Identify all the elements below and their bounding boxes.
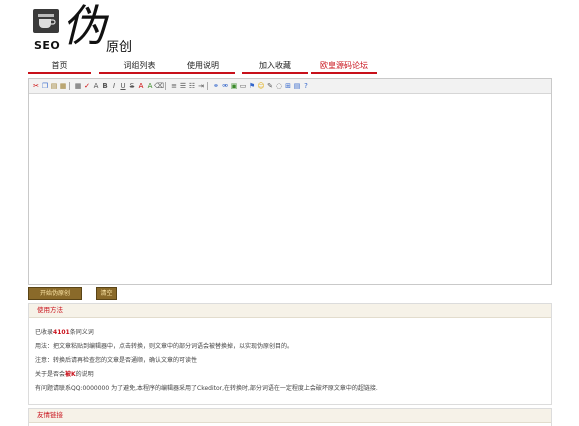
usage-line-k-notice[interactable]: 关于是否会被K的说明 [35, 368, 551, 382]
indent-icon[interactable]: ⇥ [197, 82, 205, 90]
cut-icon[interactable]: ✂ [32, 82, 40, 90]
k-notice-emphasis: 被K [65, 371, 76, 378]
eraser-icon[interactable]: ⌫ [154, 82, 164, 90]
coffee-cup-icon [33, 9, 59, 33]
link-icon[interactable]: ⚭ [212, 82, 220, 90]
synonym-count: 4101 [53, 329, 70, 336]
logo-seo-text: SEO [34, 39, 61, 52]
toolbar-separator [207, 82, 210, 90]
code-icon[interactable]: ▤ [293, 82, 301, 90]
usage-line-contact: 有问题请联系QQ:0000000 为了避免,本程序的编辑器采用了Ckeditor… [35, 385, 378, 392]
main-nav: 首页 词组列表 使用说明 加入收藏 欧皇源码论坛 [28, 60, 550, 74]
usage-line-k-prefix: 关于是否会 [35, 371, 66, 378]
nav-home[interactable]: 首页 [28, 60, 91, 74]
underline-icon[interactable]: U [119, 82, 127, 90]
usage-line-k-suffix: 的说明 [75, 371, 94, 378]
table-icon[interactable]: ▦ [74, 82, 82, 90]
usage-line-count-suffix: 条同义词 [69, 329, 94, 336]
usage-panel-title: 使用方法 [29, 304, 551, 318]
usage-panel: 使用方法 已收录4101条同义词 用法：把文章粘贴到编辑器中，点击转换，则文章中… [28, 303, 552, 405]
smiley-icon[interactable]: ☺ [257, 82, 265, 90]
image-icon[interactable]: ▣ [230, 82, 238, 90]
logo-subtitle: 原创 [106, 40, 133, 55]
nav-usage[interactable]: 使用说明 [171, 60, 235, 74]
editor-content-area[interactable] [29, 94, 551, 284]
usage-line-note: 注意：转换后请再检查您的文章是否通顺，确认文章的可读性 [35, 357, 198, 364]
usage-line-howto: 用法：把文章粘贴到编辑器中，点击转换，则文章中的部分词语会被替换掉，以实现伪原创… [35, 343, 294, 350]
nav-word-list[interactable]: 词组列表 [99, 60, 180, 74]
friend-links-panel: 友情链接 [28, 408, 552, 426]
preview-icon[interactable]: ◌ [275, 82, 283, 90]
align-icon[interactable]: ≡ [170, 82, 178, 90]
bold-icon[interactable]: B [101, 82, 109, 90]
ordered-list-icon[interactable]: ☰ [179, 82, 187, 90]
emoticon-icon[interactable]: ⚑ [248, 82, 256, 90]
editor-toolbar: ✂ ❐ ▤ ▦ ▦ ✓ A B I U S A A ⌫ ≡ ☰ ☷ ⇥ ⚭ ⚮ … [29, 79, 551, 94]
toolbar-separator [69, 82, 72, 90]
strikethrough-icon[interactable]: S [128, 82, 136, 90]
nav-bookmark[interactable]: 加入收藏 [242, 60, 308, 74]
rich-text-editor: ✂ ❐ ▤ ▦ ▦ ✓ A B I U S A A ⌫ ≡ ☰ ☷ ⇥ ⚭ ⚮ … [28, 78, 552, 285]
usage-line-count-prefix: 已收录 [35, 329, 54, 336]
media-icon[interactable]: ▭ [239, 82, 247, 90]
unlink-icon[interactable]: ⚮ [221, 82, 229, 90]
paste-text-icon[interactable]: ▦ [59, 82, 67, 90]
usage-line-count: 已收录4101条同义词 [35, 326, 551, 340]
start-rewrite-button[interactable]: 开始伪原创 [28, 287, 82, 300]
friend-links-title: 友情链接 [29, 409, 551, 423]
nav-forum[interactable]: 欧皇源码论坛 [311, 60, 377, 74]
help-icon[interactable]: ? [302, 82, 310, 90]
paste-icon[interactable]: ▤ [50, 82, 58, 90]
toolbar-separator [165, 82, 168, 90]
highlight-icon[interactable]: A [146, 82, 154, 90]
unordered-list-icon[interactable]: ☷ [188, 82, 196, 90]
insert-icon[interactable]: ✎ [266, 82, 274, 90]
logo-glyph: 伪 [62, 1, 106, 52]
site-logo[interactable]: SEO 伪 原创 [33, 5, 143, 55]
clear-button[interactable]: 清空 [96, 287, 117, 300]
fullscreen-icon[interactable]: ⊞ [284, 82, 292, 90]
spellcheck-icon[interactable]: ✓ [83, 82, 91, 90]
font-color-icon[interactable]: A [137, 82, 145, 90]
italic-icon[interactable]: I [110, 82, 118, 90]
copy-icon[interactable]: ❐ [41, 82, 49, 90]
find-icon[interactable]: A [92, 82, 100, 90]
